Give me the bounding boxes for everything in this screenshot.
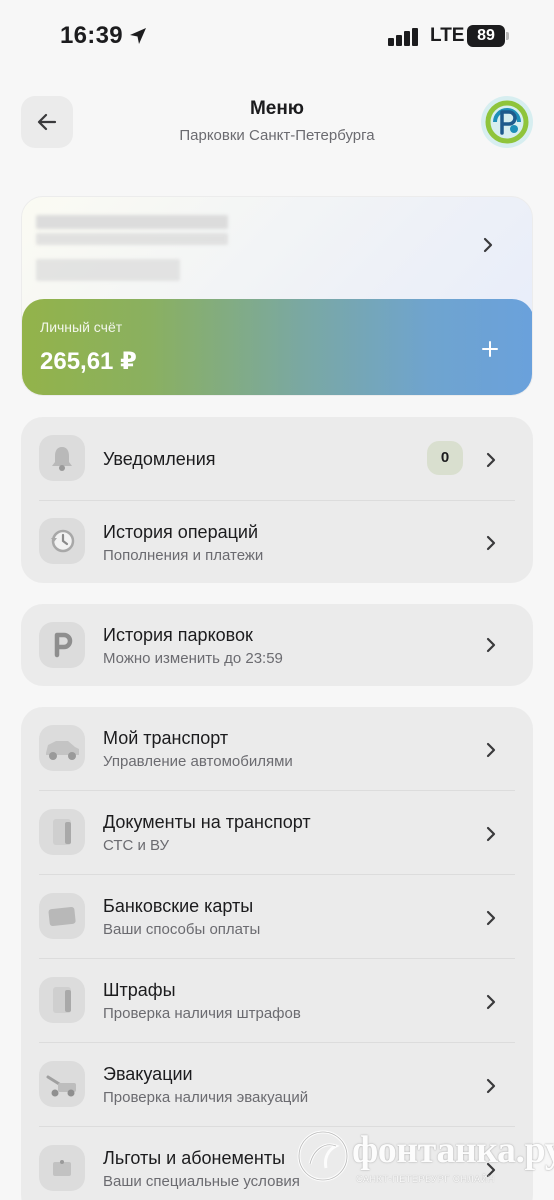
car-icon	[39, 725, 85, 771]
blurred-account-name	[36, 215, 228, 229]
balance-value: 265,61 ₽	[40, 348, 137, 375]
watermark-subtext: САНКТ-ПЕТЕРБУРГ ОНЛАЙН	[356, 1174, 495, 1184]
chevron-right-icon	[486, 910, 496, 926]
item-subtitle: Ваши специальные условия	[103, 1173, 300, 1190]
menu-item-notifications[interactable]: Уведомления 0	[21, 417, 533, 501]
balance-label: Личный счёт	[40, 319, 123, 335]
app-logo[interactable]	[481, 96, 533, 148]
chevron-right-icon	[483, 237, 493, 253]
menu-item-transport-documents[interactable]: Документы на транспорт СТС и ВУ	[21, 791, 533, 875]
item-title: Эвакуации	[103, 1064, 193, 1084]
cellular-signal-icon	[388, 28, 420, 46]
bank-card-icon	[39, 893, 85, 939]
item-title: Уведомления	[103, 449, 216, 469]
menu-item-evacuations[interactable]: Эвакуации Проверка наличия эвакуаций	[21, 1043, 533, 1127]
item-title: История операций	[103, 522, 259, 542]
menu-item-fines[interactable]: Штрафы Проверка наличия штрафов	[21, 959, 533, 1043]
page-subtitle: Парковки Санкт-Петербурга	[179, 127, 375, 144]
menu-item-my-transport[interactable]: Мой транспорт Управление автомобилями	[21, 707, 533, 791]
topup-button[interactable]	[470, 329, 510, 369]
blurred-account-id	[36, 259, 180, 281]
item-subtitle: СТС и ВУ	[103, 837, 170, 854]
item-subtitle: Проверка наличия штрафов	[103, 1005, 301, 1022]
menu-item-operations-history[interactable]: История операций Пополнения и платежи	[21, 500, 533, 584]
ticket-icon	[39, 1145, 85, 1191]
location-arrow-icon	[130, 28, 146, 44]
chevron-right-icon	[486, 637, 496, 653]
item-title: История парковок	[103, 625, 253, 645]
tow-truck-icon	[39, 1061, 85, 1107]
parking-logo-icon	[483, 98, 531, 146]
menu-item-bank-cards[interactable]: Банковские карты Ваши способы оплаты	[21, 875, 533, 959]
notification-count-badge: 0	[427, 441, 463, 475]
chevron-right-icon	[486, 452, 496, 468]
parking-icon	[39, 622, 85, 668]
chevron-right-icon	[486, 826, 496, 842]
fontanka-watermark: фонтанка.ру САНКТ-ПЕТЕРБУРГ ОНЛАЙН	[296, 1128, 554, 1194]
item-title: Льготы и абонементы	[103, 1148, 286, 1168]
history-clock-icon	[39, 518, 85, 564]
item-title: Мой транспорт	[103, 728, 229, 748]
chevron-right-icon	[486, 535, 496, 551]
account-card[interactable]: Личный счёт 265,61 ₽	[21, 196, 533, 396]
fines-icon	[39, 977, 85, 1023]
battery-tip	[506, 32, 509, 40]
item-title: Штрафы	[103, 980, 176, 1000]
item-subtitle: Управление автомобилями	[103, 753, 293, 770]
item-subtitle: Ваши способы оплаты	[103, 921, 261, 938]
menu-group-notifications: Уведомления 0 История операций Пополнени…	[21, 417, 533, 583]
menu-group-transport: Мой транспорт Управление автомобилями До…	[21, 707, 533, 1200]
item-title: Документы на транспорт	[103, 812, 311, 832]
item-title: Банковские карты	[103, 896, 254, 916]
network-type: LTE	[430, 25, 465, 46]
fontanka-logo-icon	[297, 1130, 349, 1182]
battery-icon: 89	[467, 25, 505, 47]
document-icon	[39, 809, 85, 855]
item-subtitle: Пополнения и платежи	[103, 547, 264, 564]
blurred-account-name	[36, 233, 228, 245]
plus-icon	[482, 341, 498, 357]
item-subtitle: Проверка наличия эвакуаций	[103, 1089, 309, 1106]
chevron-right-icon	[486, 1078, 496, 1094]
menu-group-parking: История парковок Можно изменить до 23:59	[21, 604, 533, 686]
watermark-text: фонтанка.ру	[352, 1129, 554, 1171]
bell-icon	[39, 435, 85, 481]
page-title: Меню	[249, 98, 305, 119]
status-bar: 16:39 LTE 89	[0, 0, 554, 74]
item-subtitle: Можно изменить до 23:59	[103, 650, 283, 667]
menu-item-parking-history[interactable]: История парковок Можно изменить до 23:59	[21, 604, 533, 686]
status-time: 16:39	[60, 22, 123, 49]
chevron-right-icon	[486, 994, 496, 1010]
balance-panel[interactable]: Личный счёт 265,61 ₽	[22, 299, 532, 395]
chevron-right-icon	[486, 742, 496, 758]
